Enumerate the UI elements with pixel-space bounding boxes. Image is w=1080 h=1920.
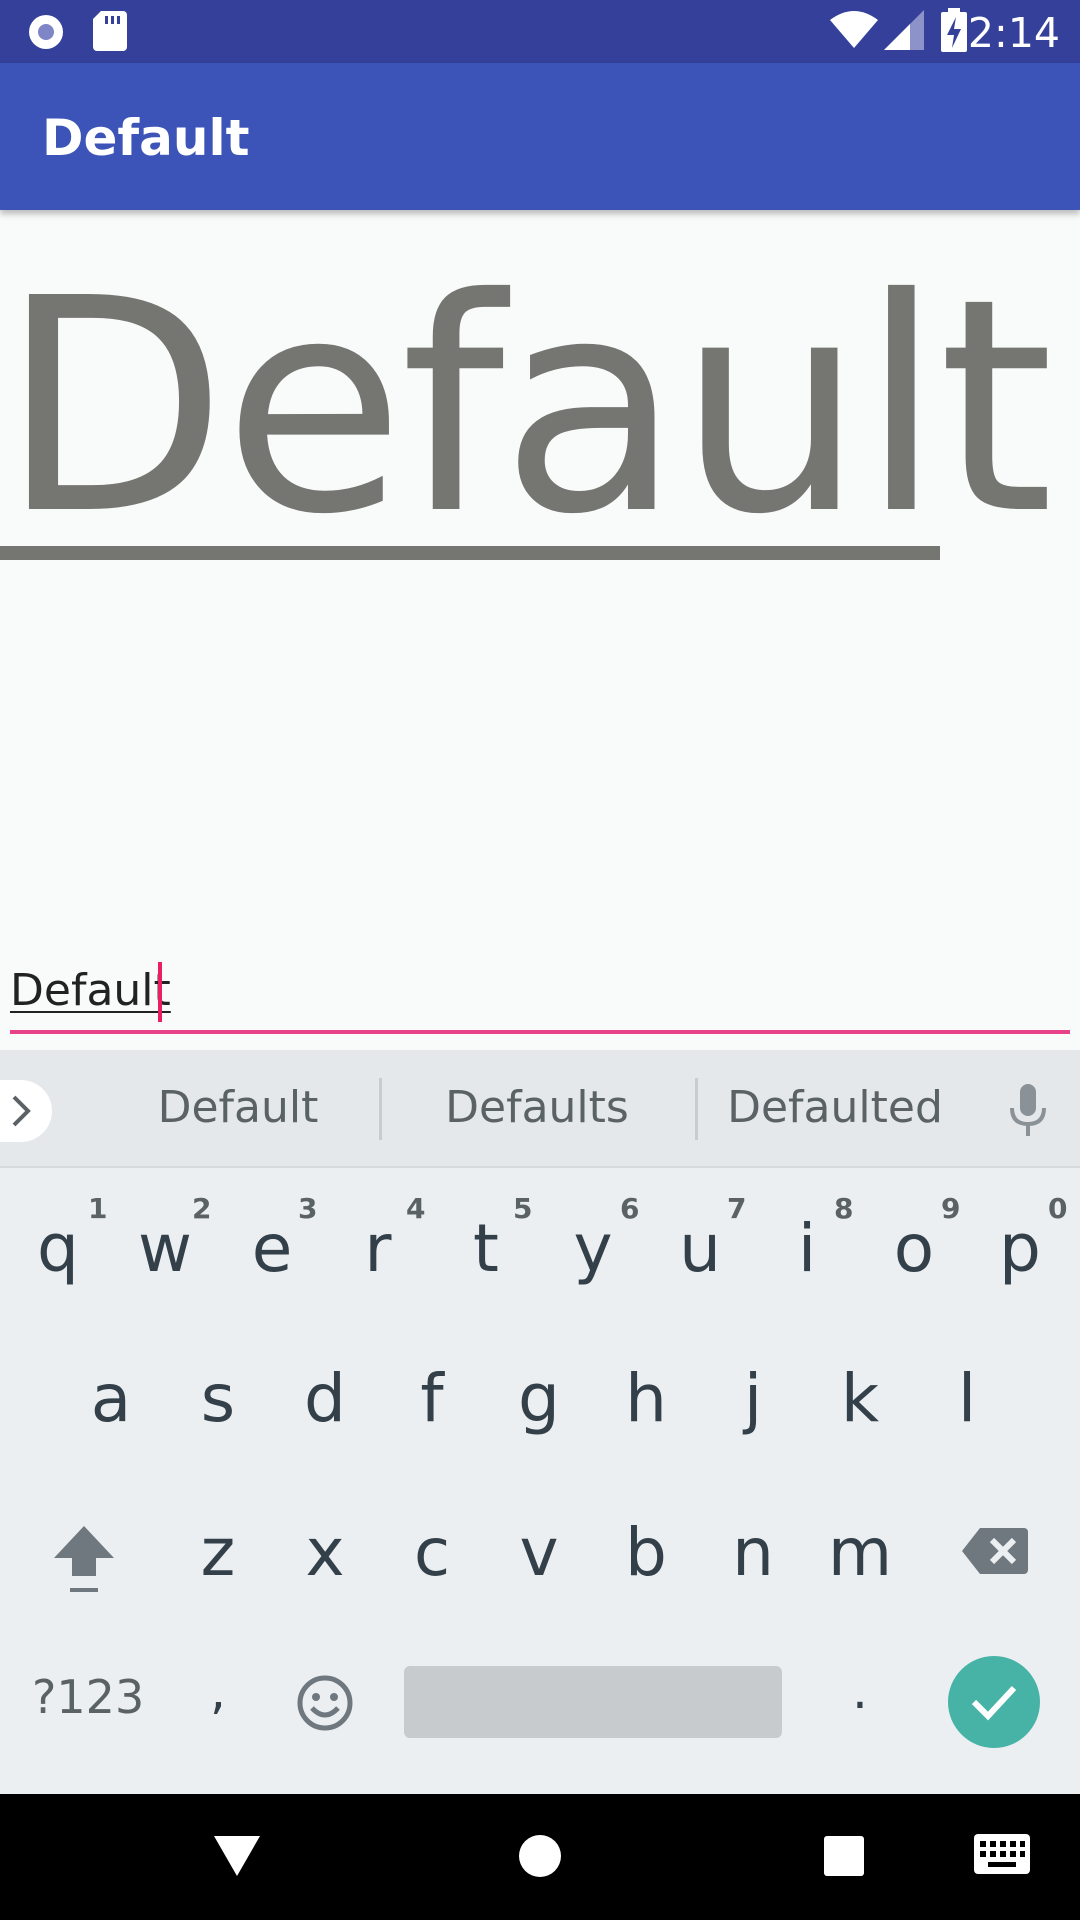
key-g[interactable]: g — [489, 1360, 589, 1437]
key-h[interactable]: h — [596, 1360, 696, 1437]
microphone-icon[interactable] — [1008, 1084, 1048, 1142]
key-m[interactable]: m — [810, 1514, 910, 1591]
period-key[interactable]: . — [852, 1662, 868, 1720]
checkmark-icon — [971, 1685, 1017, 1721]
key-j[interactable]: j — [703, 1360, 803, 1437]
key-n[interactable]: n — [703, 1514, 803, 1591]
key-a[interactable]: a — [61, 1360, 161, 1437]
recents-icon[interactable] — [824, 1836, 864, 1880]
space-key[interactable] — [404, 1666, 782, 1738]
cell-signal-icon — [884, 10, 924, 54]
key-o[interactable]: o — [864, 1210, 964, 1287]
key-i[interactable]: i — [757, 1210, 857, 1287]
key-t[interactable]: t — [436, 1210, 536, 1287]
suggestion-2[interactable]: Defaults — [430, 1082, 644, 1133]
soft-keyboard: Default Defaults Defaulted 1 2 3 4 5 6 7… — [0, 1050, 1080, 1794]
key-z[interactable]: z — [168, 1514, 268, 1591]
suggestion-divider — [379, 1078, 382, 1140]
symbols-key[interactable]: ?123 — [32, 1670, 144, 1724]
app-title: Default — [42, 109, 250, 167]
text-cursor — [158, 962, 162, 1022]
navigation-bar — [0, 1794, 1080, 1920]
edit-text-underline — [10, 1030, 1070, 1034]
key-b[interactable]: b — [596, 1514, 696, 1591]
large-text-underline — [0, 546, 940, 560]
key-v[interactable]: v — [489, 1514, 589, 1591]
key-c[interactable]: c — [382, 1514, 482, 1591]
key-x[interactable]: x — [275, 1514, 375, 1591]
emoji-icon[interactable] — [296, 1674, 354, 1736]
status-time: 2:14 — [967, 9, 1060, 57]
battery-charging-icon — [941, 8, 967, 56]
notification-circle-icon — [26, 12, 66, 56]
sd-card-icon — [93, 11, 127, 55]
key-d[interactable]: d — [275, 1360, 375, 1437]
back-icon[interactable] — [214, 1836, 260, 1880]
comma-key[interactable]: , — [210, 1662, 226, 1720]
key-l[interactable]: l — [917, 1360, 1017, 1437]
shift-icon[interactable] — [52, 1524, 116, 1598]
large-text-view: Default — [0, 235, 1054, 579]
key-s[interactable]: s — [168, 1360, 268, 1437]
key-q[interactable]: q — [8, 1210, 108, 1287]
suggestion-1[interactable]: Default — [138, 1082, 338, 1133]
key-r[interactable]: r — [328, 1210, 428, 1287]
key-e[interactable]: e — [222, 1210, 322, 1287]
key-u[interactable]: u — [650, 1210, 750, 1287]
key-p[interactable]: p — [970, 1210, 1070, 1287]
key-k[interactable]: k — [810, 1360, 910, 1437]
edit-text-field[interactable]: Default — [10, 965, 171, 1016]
done-button[interactable] — [948, 1656, 1040, 1748]
suggestion-strip: Default Defaults Defaulted — [0, 1050, 1080, 1168]
keyboard-switcher-icon[interactable] — [974, 1834, 1030, 1878]
chevron-right-icon — [12, 1095, 31, 1127]
status-bar: 2:14 — [0, 0, 1080, 63]
suggestion-3[interactable]: Defaulted — [722, 1082, 948, 1133]
backspace-icon[interactable] — [962, 1526, 1028, 1580]
key-f[interactable]: f — [382, 1360, 482, 1437]
app-bar: Default — [0, 63, 1080, 210]
wifi-icon — [830, 10, 878, 54]
expand-suggestions-button[interactable] — [0, 1080, 52, 1142]
key-y[interactable]: y — [543, 1210, 643, 1287]
key-w[interactable]: w — [115, 1210, 215, 1287]
suggestion-divider — [695, 1078, 698, 1140]
home-icon[interactable] — [518, 1834, 562, 1882]
